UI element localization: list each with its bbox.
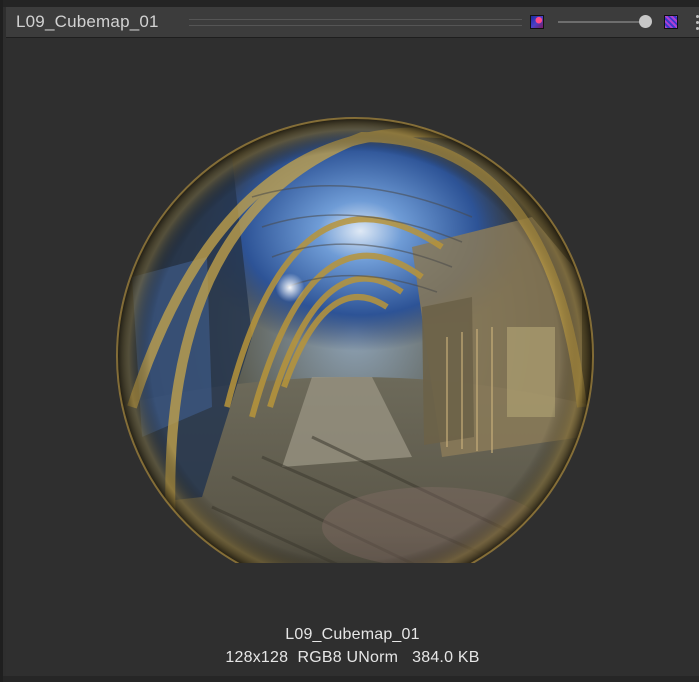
texture-size: 384.0 KB — [412, 649, 480, 666]
mip-level-slider-thumb[interactable] — [639, 15, 652, 28]
preview-asset-info: 128x128 RGB8 UNorm 384.0 KB — [3, 649, 699, 667]
panel-bottom-edge — [3, 676, 699, 682]
inspector-preview-panel: L09_Cubemap_01 L09_Cubemap_01 128x128 RG… — [0, 0, 699, 682]
cubemap-preview-sphere[interactable] — [112, 77, 598, 595]
preview-asset-name: L09_Cubemap_01 — [285, 626, 420, 643]
more-vertical-icon[interactable] — [692, 12, 699, 32]
rgb-channel-icon[interactable] — [530, 15, 544, 29]
panel-top-strip — [3, 0, 699, 7]
resize-drag-handle[interactable] — [189, 19, 522, 26]
texture-format: RGB8 UNorm — [297, 649, 399, 666]
texture-dimensions: 128x128 — [225, 649, 289, 666]
alpha-checker-icon[interactable] — [664, 15, 678, 29]
reflective-sphere-image — [116, 117, 594, 595]
preview-header[interactable]: L09_Cubemap_01 — [6, 7, 699, 38]
mip-level-slider[interactable] — [558, 21, 646, 23]
preview-title: L09_Cubemap_01 — [16, 12, 159, 31]
